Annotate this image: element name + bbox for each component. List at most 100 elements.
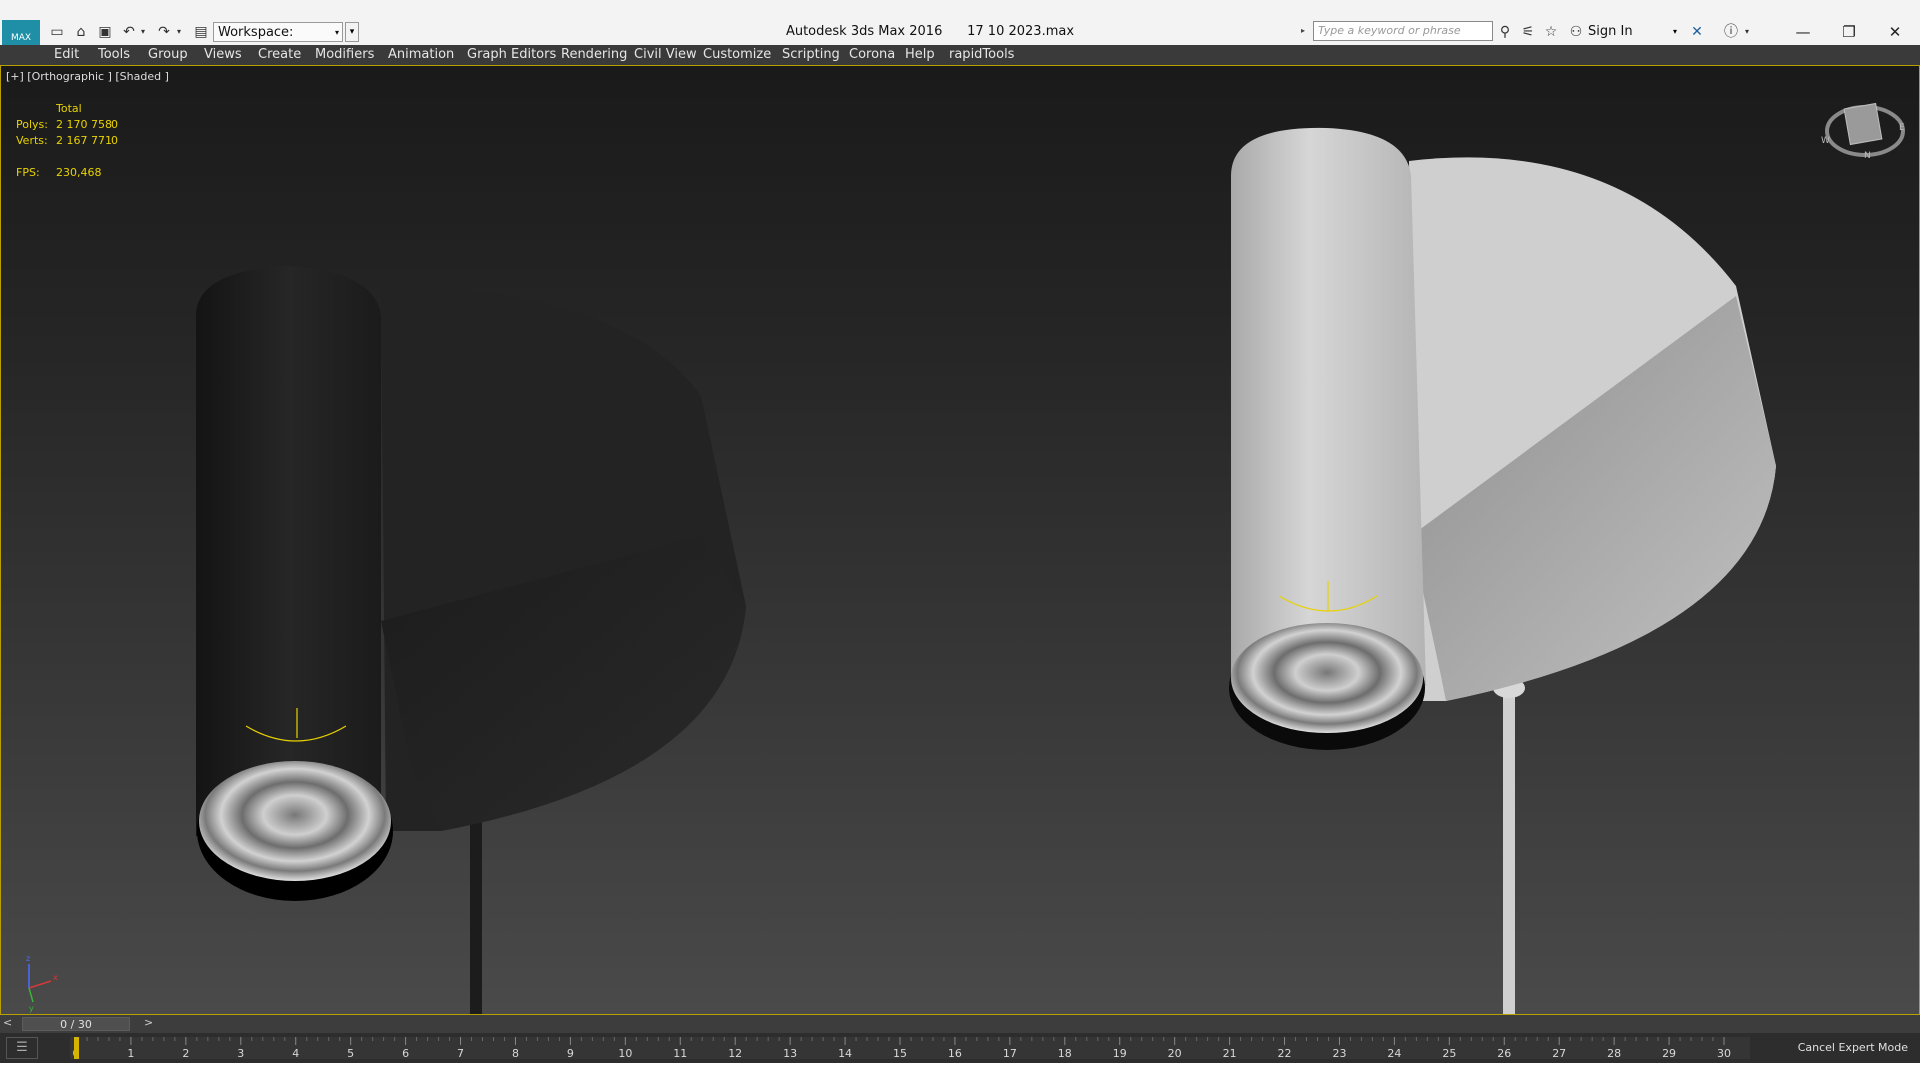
track-tick-label: 23 <box>1332 1047 1346 1060</box>
viewcube-north-label: N <box>1864 151 1871 161</box>
viewport-label-menu[interactable]: [+] [Orthographic ] [Shaded ] <box>6 70 169 83</box>
cancel-expert-mode-button[interactable]: Cancel Expert Mode <box>1798 1033 1908 1063</box>
menu-tools[interactable]: Tools <box>98 45 130 65</box>
light-lamp-lens[interactable] <box>1231 623 1423 733</box>
chevron-down-icon: ▾ <box>334 28 339 37</box>
workspace-dropdown[interactable]: Workspace: Default▾ <box>213 22 343 60</box>
mini-curve-editor-icon[interactable]: ☰ <box>6 1037 38 1059</box>
track-tick-label: 24 <box>1387 1047 1401 1060</box>
exchange-x-icon[interactable]: ✕ <box>1687 22 1707 42</box>
track-tick-label: 9 <box>567 1047 574 1060</box>
time-slider-thumb[interactable]: 0 / 30 <box>22 1017 130 1031</box>
open-file-icon[interactable]: ⌂ <box>72 24 90 40</box>
dark-lamp-model[interactable] <box>196 266 746 1014</box>
track-tick-label: 30 <box>1717 1047 1731 1060</box>
track-tick-label: 19 <box>1113 1047 1127 1060</box>
menu-group[interactable]: Group <box>148 45 188 65</box>
close-button[interactable]: ✕ <box>1875 20 1915 44</box>
track-tick-label: 11 <box>673 1047 687 1060</box>
axis-x-label: x <box>53 973 58 982</box>
stats-polys-value: 2 170 758 <box>56 118 112 131</box>
stats-fps-label: FPS: <box>16 166 40 179</box>
track-tick-label: 6 <box>402 1047 409 1060</box>
time-slider-prev-button[interactable]: < <box>3 1016 12 1029</box>
sign-in-dropdown-icon[interactable]: ▾ <box>1673 22 1677 42</box>
menu-corona[interactable]: Corona <box>849 45 895 65</box>
light-lamp-rod[interactable] <box>1503 691 1515 1014</box>
stats-fps-value: 230,468 <box>56 166 102 179</box>
track-tick-label: 15 <box>893 1047 907 1060</box>
menu-help[interactable]: Help <box>905 45 935 65</box>
axis-tripod-icon: z x y <box>26 954 58 1013</box>
orthographic-viewport[interactable]: W E N z x y [+] [Orthographic ] [Shaded … <box>0 65 1920 1015</box>
menu-views[interactable]: Views <box>204 45 242 65</box>
stats-verts-value: 2 167 771 <box>56 134 112 147</box>
menu-graph-editors[interactable]: Graph Editors <box>467 45 556 65</box>
new-file-icon[interactable]: ▭ <box>48 24 66 40</box>
redo-dropdown-icon[interactable]: ▾ <box>174 24 184 40</box>
undo-icon[interactable]: ↶ <box>120 24 138 40</box>
time-slider-next-button[interactable]: > <box>144 1016 153 1029</box>
search-input[interactable]: Type a keyword or phrase <box>1313 21 1493 41</box>
menu-rendering[interactable]: Rendering <box>561 45 627 65</box>
track-tick-label: 13 <box>783 1047 797 1060</box>
undo-dropdown-icon[interactable]: ▾ <box>138 24 148 40</box>
time-slider[interactable]: < 0 / 30 > <box>0 1015 1920 1033</box>
search-results-icon[interactable]: ⚟ <box>1518 22 1538 42</box>
track-tick-label: 3 <box>237 1047 244 1060</box>
redo-icon[interactable]: ↷ <box>155 24 173 40</box>
binoculars-icon[interactable]: ⚲ <box>1495 22 1515 42</box>
dark-lamp-cylinder[interactable] <box>196 266 381 836</box>
stats-polys-selected: 0 <box>111 118 118 131</box>
save-icon[interactable]: ▣ <box>96 24 114 40</box>
axis-z-label: z <box>26 954 30 963</box>
track-tick-label: 28 <box>1607 1047 1621 1060</box>
viewport-scene[interactable]: W E N z x y <box>1 66 1919 1014</box>
track-tick-label: 12 <box>728 1047 742 1060</box>
track-tick-label: 4 <box>292 1047 299 1060</box>
track-tick-label: 10 <box>618 1047 632 1060</box>
viewcube[interactable]: W E N <box>1821 102 1905 161</box>
menu-bar: Edit Tools Group Views Create Modifiers … <box>0 45 1920 65</box>
stats-verts-selected: 0 <box>111 134 118 147</box>
sign-in-button[interactable]: Sign In <box>1588 22 1633 42</box>
track-tick-label: 20 <box>1168 1047 1182 1060</box>
track-tick-label: 7 <box>457 1047 464 1060</box>
menu-customize[interactable]: Customize <box>703 45 771 65</box>
track-tick-label: 16 <box>948 1047 962 1060</box>
track-tick-label: 14 <box>838 1047 852 1060</box>
menu-civil-view[interactable]: Civil View <box>634 45 697 65</box>
search-expand-icon[interactable]: ▸ <box>1301 22 1311 40</box>
track-bar: ☰ 01234567891011121314151617181920212223… <box>0 1033 1920 1063</box>
track-bar-timeline[interactable]: 0123456789101112131415161718192021222324… <box>70 1033 1750 1063</box>
track-tick-label: 22 <box>1278 1047 1292 1060</box>
menu-edit[interactable]: Edit <box>54 45 79 65</box>
dark-lamp-rod[interactable] <box>470 806 482 1014</box>
help-dropdown-icon[interactable]: ▾ <box>1742 22 1752 42</box>
restore-button[interactable]: ❐ <box>1829 20 1869 44</box>
menu-rapidtools[interactable]: rapidTools <box>949 45 1014 65</box>
track-tick-label: 8 <box>512 1047 519 1060</box>
dark-lamp-lens[interactable] <box>199 761 391 881</box>
help-icon[interactable]: ⓘ <box>1721 22 1741 42</box>
menu-animation[interactable]: Animation <box>388 45 454 65</box>
stats-polys-label: Polys: <box>16 118 48 131</box>
current-frame-marker[interactable] <box>74 1037 79 1059</box>
light-lamp-model[interactable] <box>1229 127 1776 1014</box>
axis-y-label: y <box>29 1004 34 1013</box>
menu-scripting[interactable]: Scripting <box>782 45 840 65</box>
stats-verts-label: Verts: <box>16 134 48 147</box>
track-tick-label: 26 <box>1497 1047 1511 1060</box>
track-tick-label: 18 <box>1058 1047 1072 1060</box>
favorites-star-icon[interactable]: ☆ <box>1541 22 1561 42</box>
minimize-button[interactable]: — <box>1783 20 1823 44</box>
menu-create[interactable]: Create <box>258 45 301 65</box>
user-icon[interactable]: ⚇ <box>1566 22 1586 42</box>
quick-access-menu-button[interactable]: ▾ <box>345 22 359 42</box>
viewcube-east-label: E <box>1899 123 1905 133</box>
track-tick-label: 17 <box>1003 1047 1017 1060</box>
track-tick-label: 2 <box>182 1047 189 1060</box>
track-tick-label: 21 <box>1223 1047 1237 1060</box>
project-folder-icon[interactable]: ▤ <box>192 24 210 40</box>
menu-modifiers[interactable]: Modifiers <box>315 45 374 65</box>
